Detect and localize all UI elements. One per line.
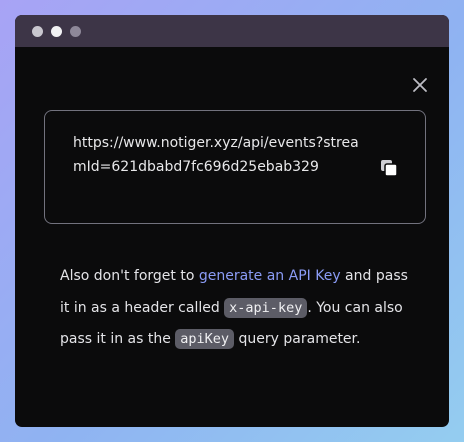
header-name-code: x-api-key	[224, 297, 308, 318]
generate-api-key-link[interactable]: generate an API Key	[199, 268, 341, 284]
window-control-dot[interactable]	[51, 26, 62, 37]
window-control-dot[interactable]	[70, 26, 81, 37]
instruction-text: Also don't forget to	[60, 268, 199, 284]
window-control-dot[interactable]	[32, 26, 43, 37]
api-key-instructions: Also don't forget to generate an API Key…	[60, 261, 410, 356]
query-param-code: apiKey	[175, 329, 235, 349]
url-box: https://www.notiger.xyz/api/events?strea…	[44, 110, 426, 224]
window-titlebar	[15, 15, 449, 47]
instruction-text: query parameter.	[234, 331, 361, 347]
api-url: https://www.notiger.xyz/api/events?strea…	[73, 135, 359, 175]
close-icon[interactable]	[412, 77, 428, 93]
modal-window: https://www.notiger.xyz/api/events?strea…	[15, 15, 449, 427]
copy-icon[interactable]	[380, 159, 398, 177]
